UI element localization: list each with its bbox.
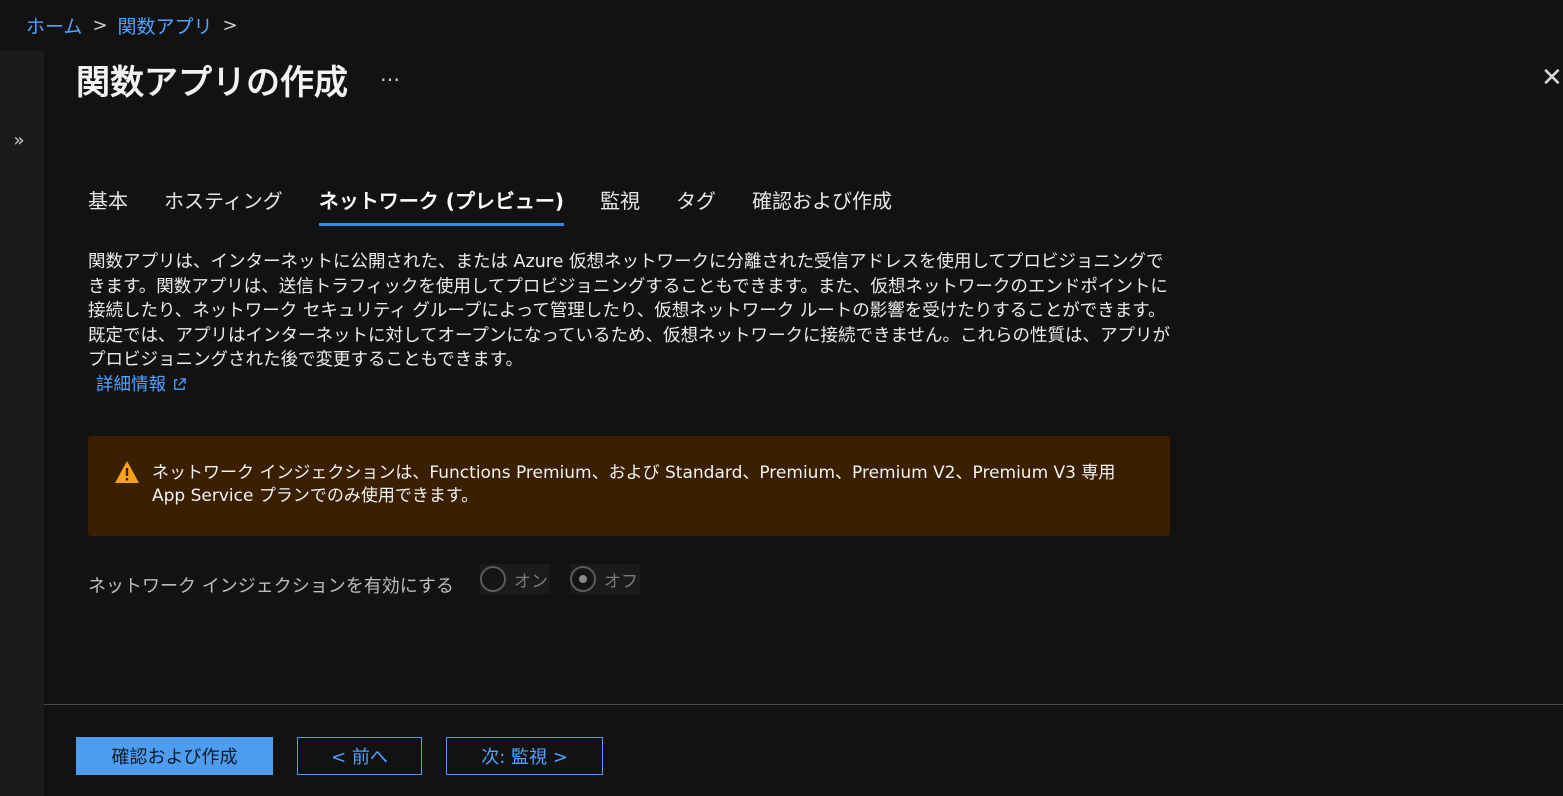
radio-circle-icon[interactable] [480,566,506,592]
tab-basics[interactable]: 基本 [88,185,128,226]
tab-tags[interactable]: タグ [676,185,716,226]
external-link-icon [174,378,186,391]
expand-sidebar-icon[interactable]: » [8,130,30,152]
next-button[interactable]: 次: 監視 > [446,737,603,775]
tab-review-create[interactable]: 確認および作成 [752,185,892,226]
network-injection-label: ネットワーク インジェクションを有効にする [88,576,454,597]
chevron-right-icon: > [92,15,108,36]
breadcrumb: ホーム > 関数アプリ > [26,12,238,39]
description-text: 関数アプリは、インターネットに公開された、または Azure 仮想ネットワークに… [88,252,1171,370]
radio-option-off[interactable]: オフ [570,564,640,594]
tab-list: 基本 ホスティング ネットワーク (プレビュー) 監視 タグ 確認および作成 [88,185,892,226]
chevron-right-icon: > [222,15,238,36]
breadcrumb-function-app-link[interactable]: 関数アプリ [118,12,213,39]
tab-hosting[interactable]: ホスティング [164,185,283,226]
review-create-button[interactable]: 確認および作成 [76,737,273,775]
network-injection-radio-group: オン オフ [480,564,640,594]
tab-monitoring[interactable]: 監視 [600,185,640,226]
warning-banner: ネットワーク インジェクションは、Functions Premium、および S… [88,436,1170,536]
radio-option-on[interactable]: オン [480,564,550,594]
more-options-icon[interactable]: … [380,62,401,86]
tab-networking[interactable]: ネットワーク (プレビュー) [318,185,565,226]
learn-more-label[interactable]: 詳細情報 [96,373,166,398]
description: 関数アプリは、インターネットに公開された、または Azure 仮想ネットワークに… [88,250,1178,397]
learn-more-link[interactable]: 詳細情報 [96,373,187,398]
previous-button[interactable]: < 前へ [297,737,422,775]
warning-text: ネットワーク インジェクションは、Functions Premium、および S… [152,463,1116,506]
left-rail: » [0,50,44,796]
page-title: 関数アプリの作成 [76,63,348,103]
warning-icon [115,461,139,483]
footer-divider [44,704,1563,705]
radio-circle-checked-icon[interactable] [570,566,596,592]
radio-label-on: オン [514,571,548,592]
breadcrumb-home-link[interactable]: ホーム [26,12,82,39]
close-icon[interactable]: ✕ [1541,64,1563,92]
radio-label-off: オフ [604,571,638,592]
